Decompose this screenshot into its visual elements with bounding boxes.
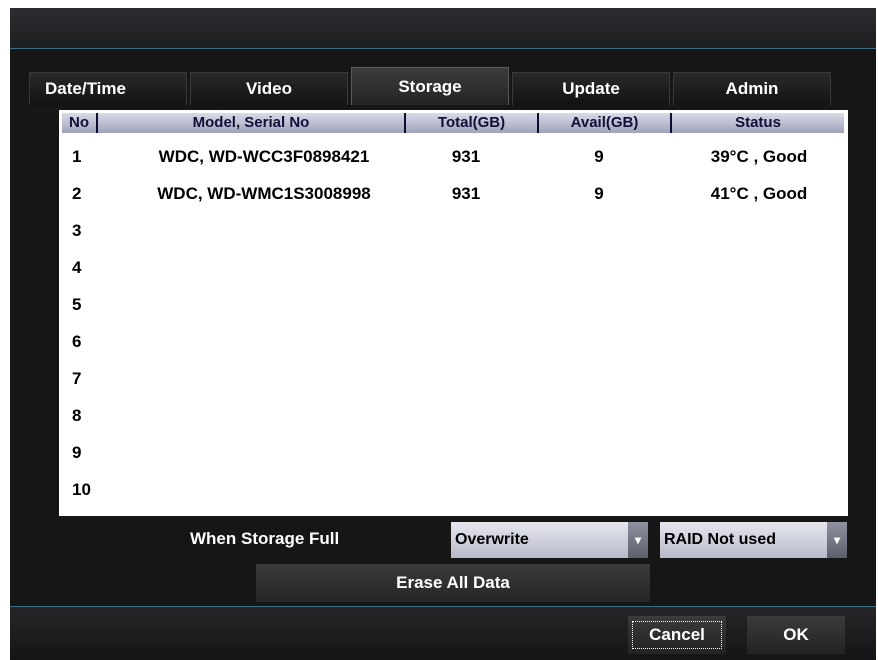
cell-status: 41°C , Good [710,184,808,203]
cell-model: WDC, WD-WCC3F0898421 [158,147,370,166]
cell-no: 3 [72,221,82,240]
erase-all-data-button[interactable]: Erase All Data [256,564,650,602]
table-header: No Model, Serial No Total(GB) Avail(GB) … [62,113,844,133]
cell-no: 1 [72,147,82,166]
table-row[interactable]: 9 [59,435,848,471]
tab-date-time[interactable]: Date/Time [29,72,187,105]
column-header-no: No [62,113,98,133]
title-bar [10,8,876,49]
raid-mode-select[interactable]: RAID Not used ▾ [660,522,847,558]
cell-no: 2 [72,184,82,203]
chevron-down-icon[interactable]: ▾ [827,522,847,558]
select-value: Overwrite [455,531,529,548]
tab-label: Video [246,79,292,98]
table-row[interactable]: 6 [59,324,848,360]
ok-button[interactable]: OK [747,616,845,654]
select-value: RAID Not used [664,531,776,548]
table-row[interactable]: 8 [59,398,848,434]
storage-full-label: When Storage Full [190,529,340,548]
tab-label: Update [562,79,620,98]
tab-admin[interactable]: Admin [673,72,831,105]
cell-no: 8 [72,406,82,425]
cell-no: 9 [72,443,82,462]
cell-total: 931 [451,147,481,166]
tab-label: Storage [398,76,462,96]
column-header-model: Model, Serial No [98,113,406,133]
table-row[interactable]: 3 [59,213,848,249]
tab-video[interactable]: Video [190,72,348,105]
cell-avail: 9 [594,147,604,166]
storage-settings-dialog: Date/Time Video Storage Update Admin No … [10,8,876,660]
column-header-avail: Avail(GB) [539,113,672,133]
table-row[interactable]: 4 [59,250,848,286]
tab-label: Date/Time [45,79,126,98]
cell-status: 39°C , Good [710,147,808,166]
tab-label: Admin [725,79,779,98]
storage-table: No Model, Serial No Total(GB) Avail(GB) … [59,110,848,516]
table-row[interactable]: 1 WDC, WD-WCC3F0898421 931 9 39°C , Good [59,139,848,175]
tab-update[interactable]: Update [512,72,670,105]
cancel-button[interactable]: Cancel [628,616,726,654]
cell-total: 931 [451,184,481,203]
storage-full-mode-select[interactable]: Overwrite ▾ [451,522,648,558]
cell-no: 7 [72,369,82,388]
cancel-label: Cancel [649,625,705,644]
column-header-total: Total(GB) [406,113,539,133]
cell-no: 10 [72,480,91,499]
table-row[interactable]: 7 [59,361,848,397]
cell-avail: 9 [594,184,604,203]
table-row[interactable]: 5 [59,287,848,323]
table-row[interactable]: 10 [59,472,848,508]
column-header-status: Status [735,114,781,131]
cell-no: 6 [72,332,82,351]
table-row[interactable]: 2 WDC, WD-WMC1S3008998 931 9 41°C , Good [59,176,848,212]
cell-no: 5 [72,295,82,314]
cell-no: 4 [72,258,82,277]
tab-storage[interactable]: Storage [351,67,509,105]
chevron-down-icon[interactable]: ▾ [628,522,648,558]
cell-model: WDC, WD-WMC1S3008998 [157,184,371,203]
